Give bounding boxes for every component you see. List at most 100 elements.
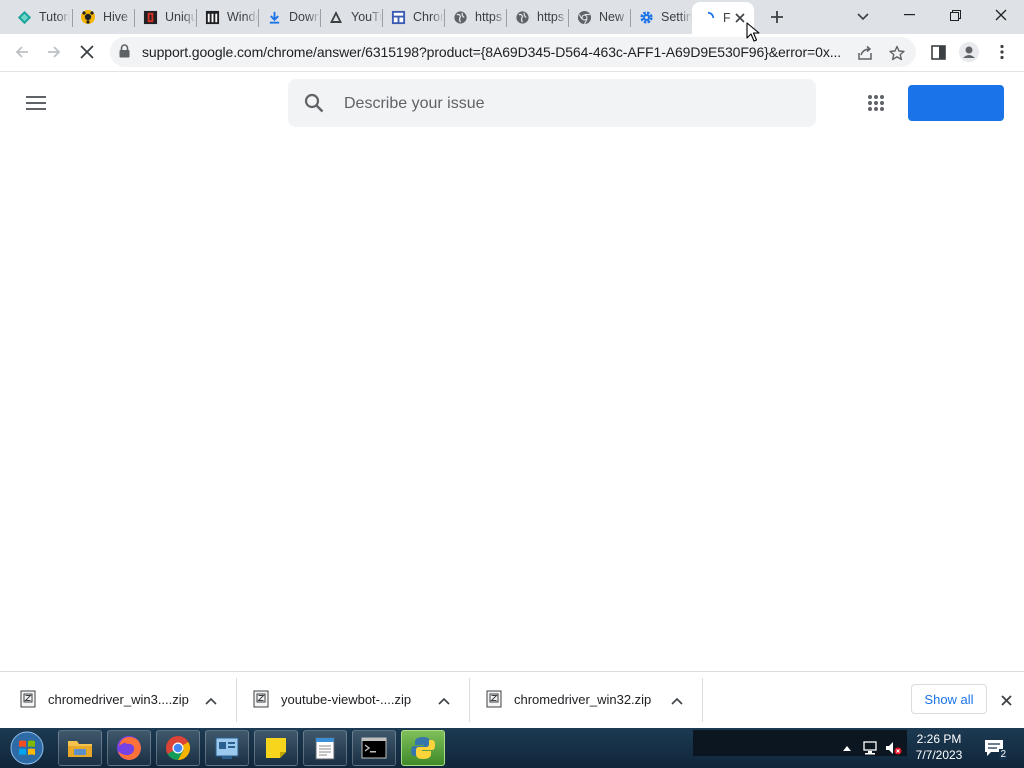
command-prompt-icon: [361, 737, 387, 759]
download-item[interactable]: chromedriver_win3....zip: [0, 678, 232, 722]
sticky-notes-icon: [266, 738, 286, 758]
url-text[interactable]: support.google.com/chrome/answer/6315198…: [142, 44, 862, 60]
firefox-icon: [117, 736, 141, 760]
search-icon[interactable]: [304, 93, 324, 116]
chevron-up-icon[interactable]: [435, 692, 453, 710]
bookmark-star-icon[interactable]: [886, 42, 908, 64]
tab-label: Hive: [103, 10, 129, 24]
download-filename: chromedriver_win32.zip: [514, 692, 652, 707]
tab-youtube[interactable]: YouTube: [320, 4, 382, 30]
control-panel-icon: [215, 737, 239, 759]
volume-muted-icon[interactable]: [885, 740, 903, 756]
taskbar-command-prompt[interactable]: [352, 730, 396, 766]
windows-taskbar: 2:26 PM 7/7/2023 2: [0, 728, 1024, 768]
youtube-favicon-icon: [328, 9, 344, 25]
side-panel-icon: [930, 44, 946, 60]
taskbar-notepad[interactable]: [303, 730, 347, 766]
close-window-button[interactable]: [978, 0, 1024, 30]
close-icon: [995, 9, 1007, 21]
tab-search-button[interactable]: [849, 4, 877, 30]
close-shelf-icon[interactable]: [996, 690, 1016, 710]
tab-download[interactable]: Download: [258, 4, 320, 30]
download-favicon-icon: [266, 9, 282, 25]
chrome-icon: [166, 736, 191, 760]
stop-loading-button[interactable]: [73, 38, 101, 66]
tab-label: Download: [289, 10, 320, 24]
new-tab-button[interactable]: [763, 4, 791, 30]
minimize-icon: [903, 14, 915, 16]
taskbar-sticky-notes[interactable]: [254, 730, 298, 766]
side-panel-button[interactable]: [924, 38, 952, 66]
google-apps-button[interactable]: [862, 89, 890, 117]
show-hidden-icons-icon[interactable]: [838, 740, 856, 756]
minimize-button[interactable]: [886, 0, 932, 30]
back-button[interactable]: [8, 38, 36, 66]
tab-chrome[interactable]: Chrome: [382, 4, 444, 30]
system-clock[interactable]: 2:26 PM 7/7/2023: [910, 731, 968, 763]
chevron-up-icon[interactable]: [202, 692, 220, 710]
loading-spinner-icon: [700, 10, 716, 26]
action-center-button[interactable]: 2: [980, 736, 1008, 760]
restore-button[interactable]: [932, 0, 978, 30]
stop-icon: [80, 45, 94, 59]
download-item[interactable]: chromedriver_win32.zip: [466, 678, 698, 722]
lock-icon[interactable]: [119, 44, 130, 61]
help-search-box[interactable]: [288, 79, 816, 127]
support-page-header: [0, 72, 1024, 134]
taskbar-python[interactable]: [401, 730, 445, 766]
tab-active[interactable]: F: [692, 2, 754, 34]
sign-in-button[interactable]: [908, 85, 1004, 121]
page-content-area: [0, 134, 1024, 670]
notepad-icon: [315, 737, 335, 760]
tab-new[interactable]: New: [568, 4, 630, 30]
globe-icon: [514, 9, 530, 25]
mouse-cursor-icon: [746, 22, 760, 45]
chrome-menu-button[interactable]: [988, 38, 1016, 66]
profile-button[interactable]: [955, 38, 983, 66]
clock-date: 7/7/2023: [915, 748, 963, 762]
chevron-down-icon: [857, 13, 869, 21]
tab-unique[interactable]: Unique: [134, 4, 196, 30]
taskbar-firefox[interactable]: [107, 730, 151, 766]
windows-start-icon: [10, 731, 44, 765]
taskbar-control-panel[interactable]: [205, 730, 249, 766]
hive-favicon-icon: [80, 9, 96, 25]
forward-button[interactable]: [40, 38, 68, 66]
tab-https-1[interactable]: https: [444, 4, 506, 30]
download-shelf: chromedriver_win3....zip youtube-viewbot…: [0, 671, 1024, 729]
main-menu-button[interactable]: [20, 90, 52, 116]
start-button[interactable]: [6, 728, 48, 768]
taskbar-chrome[interactable]: [156, 730, 200, 766]
tab-hive[interactable]: Hive: [72, 4, 134, 30]
notification-count: 2: [999, 749, 1007, 760]
tab-label: https: [475, 10, 503, 24]
tab-label: Settings: [661, 10, 692, 24]
kebab-menu-icon: [1000, 44, 1004, 60]
network-icon[interactable]: [861, 740, 879, 756]
show-all-downloads-button[interactable]: Show all: [911, 684, 987, 714]
chevron-up-icon[interactable]: [668, 692, 686, 710]
download-item[interactable]: youtube-viewbot-....zip: [233, 678, 465, 722]
taskbar-file-explorer[interactable]: [58, 730, 102, 766]
tab-label: New: [599, 10, 625, 24]
zip-file-icon: [253, 690, 269, 711]
browser-toolbar: support.google.com/chrome/answer/6315198…: [0, 34, 1024, 72]
tab-windows[interactable]: Windows: [196, 4, 258, 30]
zip-file-icon: [486, 690, 502, 711]
tutorial-favicon-icon: [16, 9, 32, 25]
tab-settings[interactable]: Settings: [630, 4, 692, 30]
restore-icon: [949, 9, 961, 21]
folder-icon: [68, 741, 92, 757]
download-separator: [702, 678, 703, 722]
forward-arrow-icon: [48, 46, 61, 58]
profile-avatar-icon: [959, 42, 979, 62]
share-icon[interactable]: [854, 42, 876, 64]
python-icon: [411, 737, 435, 759]
tab-https-2[interactable]: https: [506, 4, 568, 30]
tab-label: YouTube: [351, 10, 382, 24]
zip-file-icon: [20, 690, 36, 711]
tab-tutorial[interactable]: Tutorial: [8, 4, 70, 30]
address-bar[interactable]: support.google.com/chrome/answer/6315198…: [110, 37, 916, 67]
chrome-favicon-icon: [576, 9, 592, 25]
search-input[interactable]: [342, 91, 796, 117]
